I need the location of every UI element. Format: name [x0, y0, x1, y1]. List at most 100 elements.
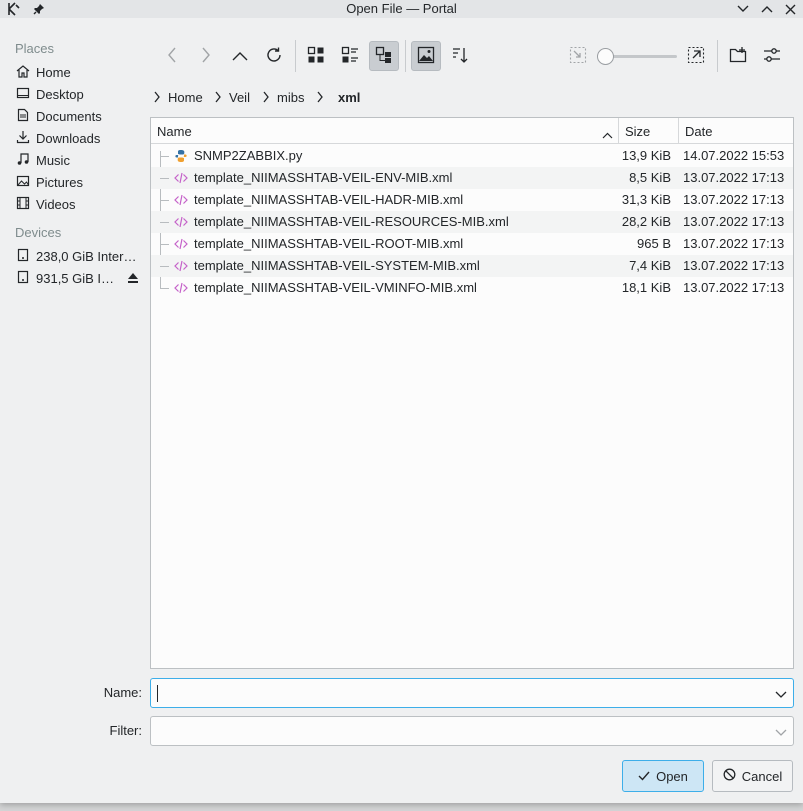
chevron-down-icon[interactable] [775, 687, 787, 702]
pictures-icon [16, 174, 30, 191]
xml-file-icon [174, 215, 188, 232]
videos-icon [16, 196, 30, 213]
place-label: Pictures [36, 174, 83, 190]
table-row[interactable]: template_NIIMASSHTAB-VEIL-HADR-MIB.xml 3… [151, 189, 793, 211]
tree-branch-tick [160, 200, 169, 201]
cancel-button[interactable]: Cancel [712, 760, 793, 792]
file-size: 13,9 KiB [621, 148, 671, 163]
file-size: 965 B [637, 236, 671, 251]
xml-file-icon [174, 193, 188, 210]
open-file-dialog: Open File — Portal Places Home Desktop D… [0, 0, 803, 803]
file-name: SNMP2ZABBIX.py [194, 148, 303, 163]
place-documents[interactable]: Documents [16, 106, 146, 126]
sort-button[interactable] [445, 41, 475, 71]
close-icon[interactable] [781, 0, 799, 18]
breadcrumb-home[interactable]: Home [168, 88, 203, 106]
show-preview-button[interactable] [411, 41, 441, 71]
window-title: Open File — Portal [346, 1, 457, 16]
zoom-out-icon [569, 46, 587, 67]
downloads-icon [16, 130, 30, 147]
filter-input[interactable] [157, 722, 757, 740]
cancel-button-label: Cancel [741, 768, 783, 784]
table-row[interactable]: template_NIIMASSHTAB-VEIL-RESOURCES-MIB.… [151, 211, 793, 233]
table-row[interactable]: SNMP2ZABBIX.py 13,9 KiB 14.07.2022 15:53 [151, 145, 793, 167]
icons-view-button[interactable] [301, 41, 331, 71]
breadcrumb-veil[interactable]: Veil [229, 88, 250, 106]
reload-icon [265, 46, 283, 67]
file-name: template_NIIMASSHTAB-VEIL-VMINFO-MIB.xml [194, 280, 477, 295]
tree-view-icon [375, 46, 393, 67]
file-date: 13.07.2022 17:13 [683, 170, 785, 185]
breadcrumb-current-xml[interactable]: xml [338, 88, 360, 106]
place-desktop[interactable]: Desktop [16, 84, 146, 104]
slider-handle[interactable] [597, 48, 614, 65]
file-date: 13.07.2022 17:13 [683, 280, 785, 295]
forward-button[interactable] [191, 41, 221, 71]
name-input[interactable] [157, 684, 757, 702]
open-button[interactable]: Open [622, 760, 704, 792]
tree-branch-tick [160, 156, 169, 157]
file-list-header: Name Size Date [151, 118, 793, 144]
reload-button[interactable] [259, 41, 289, 71]
file-size: 18,1 KiB [621, 280, 671, 295]
name-combobox[interactable] [150, 678, 794, 708]
checkmark-icon [638, 769, 650, 784]
place-home[interactable]: Home [16, 62, 146, 82]
toolbar-separator [717, 40, 718, 72]
new-folder-button[interactable] [723, 41, 753, 71]
file-name: template_NIIMASSHTAB-VEIL-ROOT-MIB.xml [194, 236, 464, 251]
options-button[interactable] [757, 41, 787, 71]
tree-branch-tick [160, 244, 169, 245]
file-size: 8,5 KiB [629, 170, 671, 185]
file-name: template_NIIMASSHTAB-VEIL-HADR-MIB.xml [194, 192, 464, 207]
table-row[interactable]: template_NIIMASSHTAB-VEIL-VMINFO-MIB.xml… [151, 277, 793, 299]
column-header-date[interactable]: Date [679, 118, 793, 144]
file-list-view[interactable]: Name Size Date SNMP2ZABBIX.py 13,9 KiB 1… [150, 117, 794, 669]
place-pictures[interactable]: Pictures [16, 172, 146, 192]
documents-icon [16, 108, 30, 125]
device-internal-drive-238[interactable]: 238,0 GiB Internal Drive [16, 246, 140, 266]
desktop-icon [16, 86, 30, 103]
column-header-label: Size [625, 123, 651, 139]
tree-branch-tick [160, 178, 169, 179]
chevron-right-icon [316, 88, 324, 106]
back-button[interactable] [157, 41, 187, 71]
icons-view-icon [307, 46, 325, 67]
zoom-out-button[interactable] [563, 41, 593, 71]
chevron-left-icon [167, 47, 177, 66]
table-row[interactable]: template_NIIMASSHTAB-VEIL-ENV-MIB.xml 8,… [151, 167, 793, 189]
table-row[interactable]: template_NIIMASSHTAB-VEIL-ROOT-MIB.xml 9… [151, 233, 793, 255]
column-header-size[interactable]: Size [619, 118, 679, 144]
file-name: template_NIIMASSHTAB-VEIL-ENV-MIB.xml [194, 170, 453, 185]
chevron-up-icon [232, 49, 248, 64]
place-videos[interactable]: Videos [16, 194, 146, 214]
file-date: 13.07.2022 17:13 [683, 192, 785, 207]
column-header-name[interactable]: Name [151, 118, 619, 144]
place-downloads[interactable]: Downloads [16, 128, 146, 148]
home-icon [16, 64, 30, 81]
minimize-icon[interactable] [734, 0, 752, 18]
device-label: 931,5 GiB Internal Drive [36, 270, 118, 286]
up-button[interactable] [225, 41, 255, 71]
zoom-slider[interactable] [597, 48, 677, 65]
cancel-icon [723, 768, 736, 784]
eject-icon[interactable] [126, 271, 140, 288]
file-name: template_NIIMASSHTAB-VEIL-RESOURCES-MIB.… [194, 214, 509, 229]
maximize-icon[interactable] [758, 0, 776, 18]
breadcrumb-mibs[interactable]: mibs [277, 88, 304, 106]
devices-section-title: Devices [15, 225, 62, 240]
device-internal-drive-931[interactable]: 931,5 GiB Internal Drive [16, 268, 118, 288]
tree-view-button[interactable] [369, 41, 399, 71]
zoom-in-button[interactable] [681, 41, 711, 71]
drive-icon [16, 270, 30, 287]
place-music[interactable]: Music [16, 150, 146, 170]
compact-view-button[interactable] [335, 41, 365, 71]
filter-combobox[interactable] [150, 716, 794, 746]
place-label: Home [36, 64, 71, 80]
toolbar-separator [405, 40, 406, 72]
image-preview-icon [417, 46, 435, 67]
chevron-down-icon[interactable] [775, 725, 787, 740]
table-row[interactable]: template_NIIMASSHTAB-VEIL-SYSTEM-MIB.xml… [151, 255, 793, 277]
drive-icon [16, 248, 30, 265]
new-folder-icon [729, 46, 747, 67]
